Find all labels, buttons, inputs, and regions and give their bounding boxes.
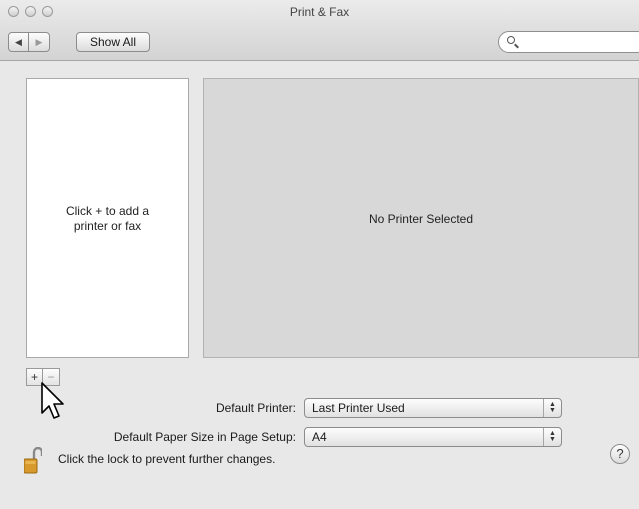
search-field[interactable] <box>498 31 639 53</box>
updown-arrows-icon: ▲ ▼ <box>543 428 561 446</box>
window-title: Print & Fax <box>289 5 350 19</box>
lock-icon[interactable] <box>24 447 42 475</box>
paper-size-popup[interactable]: A4 ▲ ▼ <box>304 427 562 447</box>
default-printer-label: Default Printer: <box>215 401 296 415</box>
navigation-buttons: ◀ ▶ <box>8 32 50 52</box>
triangle-left-icon: ◀ <box>15 36 22 47</box>
forward-button[interactable]: ▶ <box>29 32 50 52</box>
lock-message: Click the lock to prevent further change… <box>58 452 276 466</box>
triangle-right-icon: ▶ <box>35 36 43 47</box>
printer-list-hint: Click + to add a printer or fax <box>65 204 150 233</box>
no-printer-selected-text: No Printer Selected <box>368 212 474 226</box>
help-button[interactable]: ? <box>610 444 630 464</box>
mouse-pointer-icon <box>41 382 64 419</box>
show-all-button[interactable]: Show All <box>76 32 150 52</box>
search-icon <box>507 36 515 44</box>
window-titlebar: Print & Fax ◀ ▶ Show All <box>0 0 639 61</box>
search-input[interactable] <box>519 34 633 52</box>
updown-arrows-icon: ▲ ▼ <box>543 399 561 417</box>
paper-size-value: A4 <box>312 430 327 444</box>
printer-list[interactable]: Click + to add a printer or fax <box>26 78 189 358</box>
paper-size-label: Default Paper Size in Page Setup: <box>113 430 296 444</box>
back-button[interactable]: ◀ <box>8 32 29 52</box>
default-printer-popup[interactable]: Last Printer Used ▲ ▼ <box>304 398 562 418</box>
default-printer-value: Last Printer Used <box>312 401 405 415</box>
printer-detail-panel: No Printer Selected <box>203 78 639 358</box>
